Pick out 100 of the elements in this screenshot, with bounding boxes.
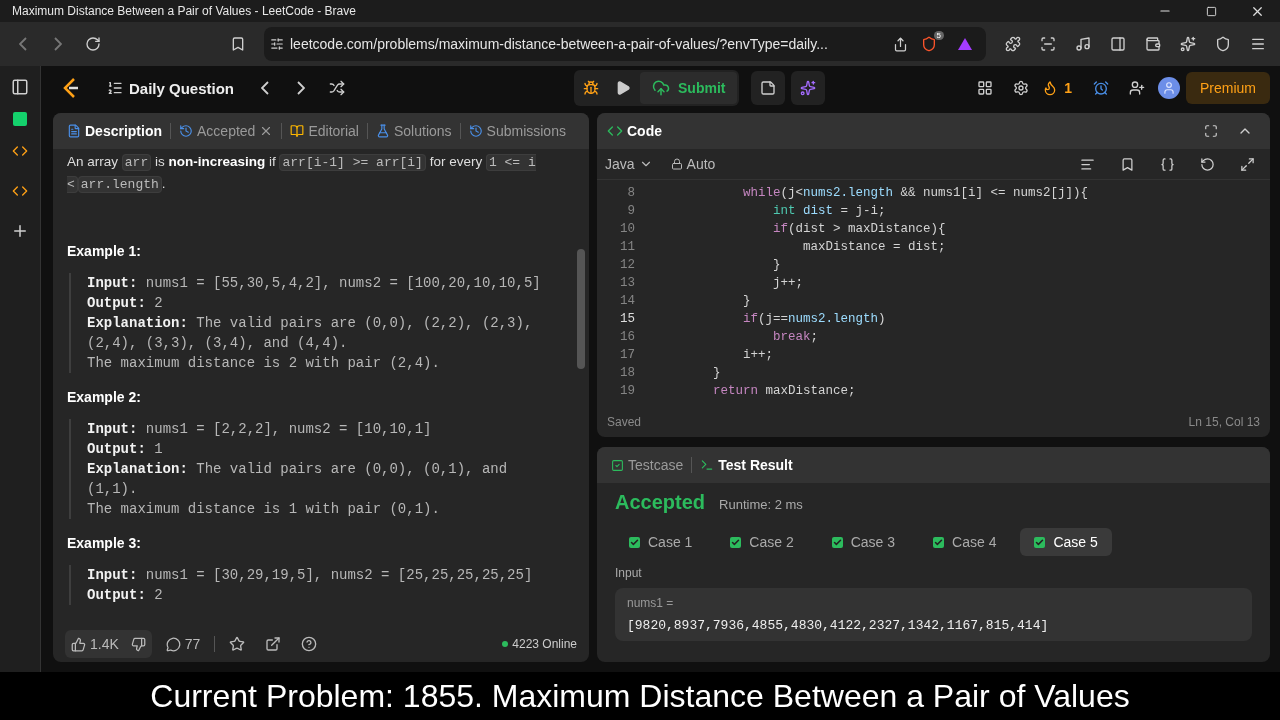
panel-tab[interactable]: Testcase	[607, 451, 688, 479]
code-line: while(j<nums2.length && nums1[i] <= nums2[j]){	[742, 186, 1089, 200]
example-line: The maximum distance is 1 with pair (0,1).	[87, 500, 441, 519]
panel-tab[interactable]: Accepted	[175, 117, 278, 145]
problem-list-title[interactable]: Daily Question	[129, 79, 235, 97]
panel-tab[interactable]: Description	[63, 117, 166, 145]
history-icon	[468, 124, 483, 138]
code-line: j++;	[772, 276, 804, 290]
line-number: 19	[619, 384, 635, 398]
example-line: Output: 2	[87, 294, 164, 313]
book-icon	[290, 124, 305, 138]
example-title: Example 3:	[67, 535, 142, 551]
logo-icon[interactable]	[61, 77, 81, 99]
menu-icon	[1249, 36, 1266, 52]
cursor-position: Ln 15, Col 13	[1188, 415, 1260, 429]
verdict-text: Accepted	[615, 491, 706, 514]
mode-button[interactable]: Auto	[670, 156, 716, 172]
line-number: 13	[619, 276, 635, 290]
bug-icon	[583, 80, 600, 96]
save-status: Saved	[607, 415, 642, 429]
case-tab[interactable]: Case 2	[716, 528, 808, 556]
case-tab[interactable]: Case 3	[817, 528, 910, 556]
fullscreen-icon	[1204, 124, 1218, 138]
submit-button[interactable]: Submit	[640, 72, 738, 104]
example-line: Explanation: The valid pairs are (0,0), (0,1), and (1,1).	[87, 460, 509, 499]
code-line: i++;	[742, 348, 774, 362]
shield-button[interactable]: 5	[914, 29, 944, 59]
example-line: The maximum distance is 2 with pair (2,4).	[87, 354, 441, 373]
line-number: 18	[619, 366, 635, 380]
back-icon	[18, 37, 27, 51]
undo-icon	[1199, 156, 1215, 172]
count-badge: 5	[933, 31, 944, 40]
example-line: Input: nums1 = [30,29,19,5], nums2 = [25,25,25,25,25]	[87, 566, 534, 585]
scrollbar-thumb[interactable]	[577, 249, 585, 369]
language-dropdown[interactable]: Java	[605, 156, 653, 172]
share-icon	[893, 36, 908, 52]
puzzle-icon	[1004, 36, 1021, 52]
star-icon	[229, 636, 246, 652]
play-icon	[615, 80, 632, 96]
online-dot	[502, 641, 509, 647]
sidebar-icon	[1109, 36, 1126, 52]
input-label: Input	[615, 566, 643, 580]
thumbs-up-icon	[71, 636, 86, 652]
list-icon	[107, 80, 123, 96]
code-line: maxDistance = dist;	[802, 240, 946, 254]
code-icon	[607, 123, 623, 139]
comments-button[interactable]: 77	[159, 630, 207, 658]
example-line: Output: 1	[87, 440, 164, 459]
example-line: Output: 2	[87, 586, 164, 605]
case-tab[interactable]: Case 5	[1020, 528, 1112, 556]
shield-icon	[1214, 36, 1231, 52]
case-tab[interactable]: Case 1	[615, 528, 707, 556]
example-line: Input: nums1 = [55,30,5,4,2], nums2 = [100,20,10,10,5]	[87, 274, 542, 293]
window-title: Maximum Distance Between a Pair of Values - LeetCode - Brave	[12, 4, 357, 18]
line-number: 17	[619, 348, 635, 362]
caption-text: Current Problem: 1855. Maximum Distance Between a Pair of Values	[0, 672, 1280, 720]
document-icon	[67, 124, 81, 138]
thumbs-down-icon	[130, 636, 146, 652]
shield-icon	[921, 36, 937, 52]
braces-icon	[1159, 156, 1175, 172]
maximize-icon	[1205, 5, 1217, 17]
panel-tab[interactable]: Solutions	[372, 117, 456, 145]
site-settings-icon	[270, 37, 284, 51]
screenshot-icon	[1039, 36, 1056, 52]
line-number: 16	[619, 330, 635, 344]
panel-tab[interactable]: Test Result	[696, 451, 797, 479]
line-number: 11	[619, 240, 635, 254]
example-line: Explanation: The valid pairs are (0,0), (2,2), (2,3), (2,4), (3,3), (3,4), and (4,4).	[87, 314, 534, 353]
code-icon	[12, 183, 28, 199]
avatar-icon[interactable]	[1158, 77, 1180, 99]
line-number: 15	[619, 312, 635, 326]
line-number: 8	[626, 186, 635, 200]
settings-icon	[1013, 80, 1030, 96]
code-line: if(j==nums2.length)	[742, 312, 886, 326]
history-icon	[179, 124, 193, 138]
online-count: 4223 Online	[512, 637, 577, 651]
code-line: }	[772, 258, 781, 272]
url-text: leetcode.com/problems/maximum-distance-between-a-pair-of-values/?envType=daily...	[290, 36, 829, 52]
plus-icon	[11, 222, 29, 240]
terminal-icon	[700, 458, 715, 472]
code-line: if(dist > maxDistance){	[772, 222, 946, 236]
line-number: 12	[619, 258, 635, 272]
music-icon	[1074, 36, 1091, 52]
line-number: 9	[626, 204, 635, 218]
param-name: nums1 =	[627, 596, 675, 610]
example-title: Example 2:	[67, 389, 142, 405]
premium-button[interactable]: Premium	[1186, 72, 1270, 104]
bookmark-icon	[1119, 156, 1135, 172]
streak-count: 1	[1064, 80, 1072, 96]
help-icon	[301, 636, 318, 652]
checkbox-icon	[611, 458, 624, 472]
panel-tab[interactable]: Submissions	[464, 117, 570, 145]
panel-tab[interactable]: Editorial	[286, 117, 363, 145]
shuffle-icon	[329, 80, 346, 96]
forward-icon	[53, 37, 62, 51]
case-tab[interactable]: Case 4	[919, 528, 1011, 556]
runtime-text: Runtime: 2 ms	[719, 497, 803, 512]
address-bar[interactable]: leetcode.com/problems/maximum-distance-between-a-pair-of-values/?envType=daily... 5	[264, 27, 986, 61]
example-title: Example 1:	[67, 243, 142, 259]
align-left-icon	[1079, 156, 1095, 172]
